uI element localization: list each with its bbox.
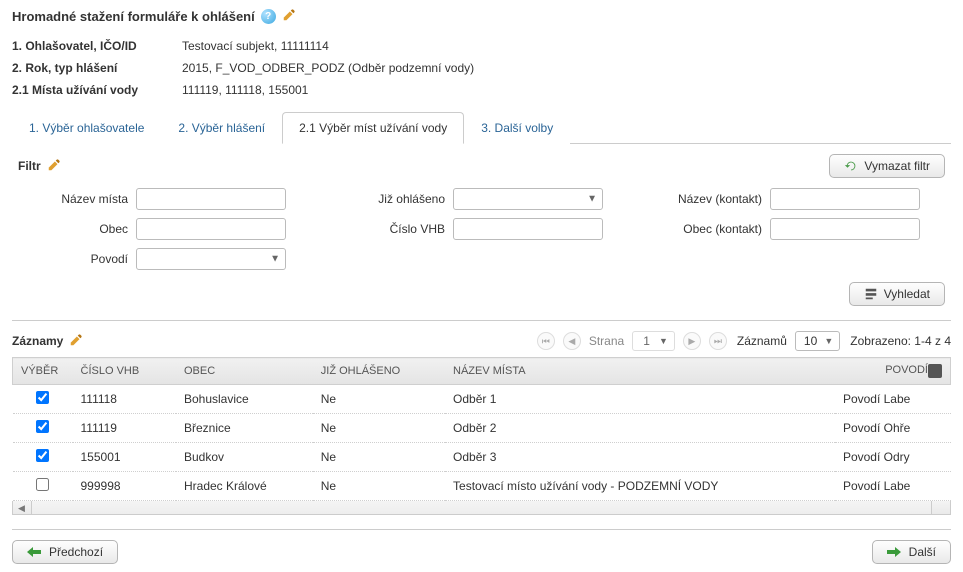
summary-value-3: 111119, 111118, 155001 [182, 83, 308, 97]
column-menu-icon[interactable] [928, 364, 942, 378]
obec-kontakt-input[interactable] [770, 218, 920, 240]
tab-vyber-mist[interactable]: 2.1 Výběr míst užívání vody [282, 112, 464, 144]
cell-jiz-ohlaseno: Ne [313, 443, 445, 472]
cell-cislo-vhb: 111118 [73, 385, 176, 414]
page-title-text: Hromadné stažení formuláře k ohlášení [12, 9, 255, 24]
table-row: 155001BudkovNeOdběr 3Povodí Odry [13, 443, 951, 472]
clear-filter-button[interactable]: Vymazat filtr [829, 154, 945, 178]
page-title: Hromadné stažení formuláře k ohlášení ? [12, 8, 951, 25]
prev-button[interactable]: Předchozí [12, 540, 118, 564]
pager-first-button[interactable]: ⏮ [537, 332, 555, 350]
row-select-checkbox[interactable] [36, 420, 49, 433]
nazev-mista-label: Název místa [18, 192, 128, 206]
pager-page-label: Strana [589, 334, 624, 348]
scroll-right-icon: ▶ [938, 503, 945, 514]
summary: 1. Ohlašovatel, IČO/IDTestovací subjekt,… [12, 35, 951, 101]
cell-cislo-vhb: 111119 [73, 414, 176, 443]
nazev-mista-input[interactable] [136, 188, 286, 210]
cislo-vhb-input[interactable] [453, 218, 603, 240]
cell-nazev-mista: Odběr 2 [445, 414, 835, 443]
cell-povodi: Povodí Ohře [835, 414, 951, 443]
per-page-label: Záznamů [737, 334, 787, 348]
jiz-ohlaseno-label: Již ohlášeno [335, 192, 445, 206]
arrow-right-icon [887, 547, 901, 557]
pager-last-button[interactable]: ⏭ [709, 332, 727, 350]
search-button[interactable]: Vyhledat [849, 282, 945, 306]
horizontal-scrollbar[interactable]: ◀ ▶ [12, 501, 951, 515]
jiz-ohlaseno-select[interactable] [453, 188, 603, 210]
records-title: Záznamy [12, 334, 63, 348]
cell-jiz-ohlaseno: Ne [313, 472, 445, 501]
cell-obec: Bohuslavice [176, 385, 313, 414]
table-row: 111119BřezniceNeOdběr 2Povodí Ohře [13, 414, 951, 443]
filter-help-icon[interactable] [47, 158, 61, 175]
cell-jiz-ohlaseno: Ne [313, 385, 445, 414]
cell-jiz-ohlaseno: Ne [313, 414, 445, 443]
row-select-checkbox[interactable] [36, 449, 49, 462]
table-row: 999998Hradec KrálovéNeTestovací místo už… [13, 472, 951, 501]
cell-obec: Březnice [176, 414, 313, 443]
col-cislo-vhb[interactable]: ČÍSLO VHB [73, 358, 176, 385]
cell-nazev-mista: Odběr 3 [445, 443, 835, 472]
cell-povodi: Povodí Labe [835, 472, 951, 501]
col-vyber[interactable]: VÝBĚR [13, 358, 73, 385]
obec-kontakt-label: Obec (kontakt) [652, 222, 762, 236]
nazev-kontakt-label: Název (kontakt) [652, 192, 762, 206]
summary-label-3: 2.1 Místa užívání vody [12, 83, 182, 97]
obec-input[interactable] [136, 218, 286, 240]
cell-nazev-mista: Odběr 1 [445, 385, 835, 414]
search-button-label: Vyhledat [884, 287, 930, 301]
refresh-icon [844, 159, 858, 173]
shown-label: Zobrazeno: 1-4 z 4 [850, 334, 951, 348]
table-row: 111118BohuslaviceNeOdběr 1Povodí Labe [13, 385, 951, 414]
tab-dalsi-volby[interactable]: 3. Další volby [464, 112, 570, 144]
pager-next-button[interactable]: ▶ [683, 332, 701, 350]
col-povodi[interactable]: POVODÍ [835, 358, 951, 385]
next-button[interactable]: Další [872, 540, 951, 564]
cell-cislo-vhb: 999998 [73, 472, 176, 501]
pager-page-select[interactable]: 1 ▼ [632, 331, 675, 351]
cell-cislo-vhb: 155001 [73, 443, 176, 472]
tab-vyber-hlaseni[interactable]: 2. Výběr hlášení [161, 112, 282, 144]
cell-povodi: Povodí Odry [835, 443, 951, 472]
col-jiz-ohlaseno[interactable]: JIŽ OHLÁŠENO [313, 358, 445, 385]
nazev-kontakt-input[interactable] [770, 188, 920, 210]
povodi-select[interactable] [136, 248, 286, 270]
records-help-icon[interactable] [69, 333, 83, 350]
obec-label: Obec [18, 222, 128, 236]
help-icon[interactable]: ? [261, 9, 276, 24]
per-page-select[interactable]: 10 ▼ [795, 331, 840, 351]
pager-prev-button[interactable]: ◀ [563, 332, 581, 350]
tabs: 1. Výběr ohlašovatele 2. Výběr hlášení 2… [12, 111, 951, 144]
col-nazev-mista[interactable]: NÁZEV MÍSTA [445, 358, 835, 385]
chevron-down-icon: ▼ [824, 336, 833, 346]
summary-value-2: 2015, F_VOD_ODBER_PODZ (Odběr podzemní v… [182, 61, 474, 75]
edit-icon[interactable] [282, 8, 296, 25]
chevron-down-icon: ▼ [659, 336, 668, 346]
cell-nazev-mista: Testovací místo užívání vody - PODZEMNÍ … [445, 472, 835, 501]
tab-vyber-ohlasovatele[interactable]: 1. Výběr ohlašovatele [12, 112, 161, 144]
cislo-vhb-label: Číslo VHB [335, 222, 445, 236]
row-select-checkbox[interactable] [36, 391, 49, 404]
cell-obec: Hradec Králové [176, 472, 313, 501]
filter-title: Filtr [18, 159, 41, 173]
summary-label-1: 1. Ohlašovatel, IČO/ID [12, 39, 182, 53]
summary-label-2: 2. Rok, typ hlášení [12, 61, 182, 75]
filter-panel: Filtr Vymazat filtr Název místa Již ohlá… [12, 144, 951, 321]
arrow-left-icon [27, 547, 41, 557]
col-obec[interactable]: OBEC [176, 358, 313, 385]
records-table: VÝBĚR ČÍSLO VHB OBEC JIŽ OHLÁŠENO NÁZEV … [12, 357, 951, 501]
pager: ⏮ ◀ Strana 1 ▼ ▶ ⏭ [537, 331, 727, 351]
search-icon [864, 287, 878, 301]
povodi-label: Povodí [18, 252, 128, 266]
cell-povodi: Povodí Labe [835, 385, 951, 414]
clear-filter-label: Vymazat filtr [864, 159, 930, 173]
cell-obec: Budkov [176, 443, 313, 472]
summary-value-1: Testovací subjekt, 11111114 [182, 39, 329, 53]
scroll-left-icon: ◀ [18, 503, 25, 514]
per-page-value: 10 [804, 334, 817, 348]
row-select-checkbox[interactable] [36, 478, 49, 491]
pager-page-value: 1 [643, 334, 650, 348]
